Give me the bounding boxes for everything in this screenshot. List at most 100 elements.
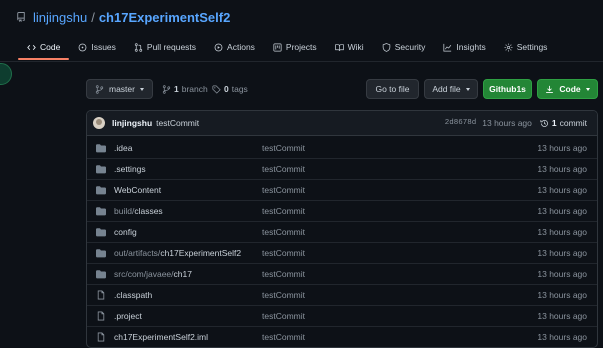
- file-row[interactable]: ch17ExperimentSelf2.iml testCommit 13 hour…: [87, 326, 597, 347]
- file-name-link[interactable]: WebContent: [114, 185, 262, 195]
- file-name-link[interactable]: .settings: [114, 164, 262, 174]
- file-name-link[interactable]: config: [114, 227, 262, 237]
- play-icon: [214, 43, 223, 51]
- repo-separator: /: [91, 9, 95, 25]
- file-name-link[interactable]: src/com/javaee/ch17: [114, 269, 262, 279]
- branch-icon: [162, 84, 171, 94]
- file-commit-message-link[interactable]: testCommit: [262, 206, 462, 216]
- chevron-down-icon: [139, 87, 144, 91]
- tab-settings[interactable]: Settings: [495, 36, 557, 58]
- file-name-link[interactable]: out/artifacts/ch17ExperimentSelf2: [114, 248, 262, 258]
- project-icon: [273, 42, 282, 52]
- file-name-link[interactable]: .idea: [114, 143, 262, 153]
- folder-icon: [96, 186, 106, 195]
- tab-issues[interactable]: Issues: [69, 36, 125, 58]
- tabs-divider: [0, 61, 603, 62]
- file-commit-message-link[interactable]: testCommit: [262, 269, 462, 279]
- file-name: .classpath: [114, 290, 153, 300]
- file-commit-message-link[interactable]: testCommit: [262, 185, 462, 195]
- file-name-link[interactable]: .classpath: [114, 290, 262, 300]
- repo-owner-link[interactable]: linjingshu: [33, 10, 87, 25]
- issue-icon: [78, 43, 87, 51]
- file-commit-message-link[interactable]: testCommit: [262, 227, 462, 237]
- folder-icon: [96, 165, 106, 174]
- side-avatar-edge[interactable]: [0, 63, 12, 85]
- go-to-file-label: Go to file: [375, 84, 410, 94]
- file-row[interactable]: build/classes testCommit 13 hours ago: [87, 200, 597, 221]
- file-row[interactable]: config testCommit 13 hours ago: [87, 221, 597, 242]
- file-row[interactable]: .project testCommit 13 hours ago: [87, 305, 597, 326]
- book-icon: [334, 43, 344, 51]
- file-name: classes: [134, 206, 163, 216]
- file-name: ch17ExperimentSelf2: [160, 248, 242, 258]
- tab-label: Wiki: [347, 42, 364, 52]
- tab-label: Code: [40, 42, 61, 52]
- tab-label: Settings: [516, 42, 548, 52]
- tab-actions[interactable]: Actions: [205, 36, 264, 58]
- pull-request-icon: [134, 42, 143, 52]
- repo-name-link[interactable]: ch17ExperimentSelf2: [99, 10, 231, 25]
- github1s-button[interactable]: Github1s: [483, 79, 532, 99]
- file-path-prefix: out/artifacts/: [114, 248, 161, 258]
- file-row[interactable]: .idea testCommit 13 hours ago: [87, 137, 597, 158]
- code-button[interactable]: Code: [537, 79, 598, 99]
- add-file-button[interactable]: Add file: [424, 79, 478, 99]
- file-commit-message-link[interactable]: testCommit: [262, 311, 462, 321]
- branch-icon: [95, 84, 104, 94]
- tab-pull-requests[interactable]: Pull requests: [125, 36, 205, 58]
- file-name-link[interactable]: .project: [114, 311, 262, 321]
- commit-message-link[interactable]: testCommit: [156, 118, 199, 128]
- tab-security[interactable]: Security: [373, 36, 435, 58]
- download-icon: [546, 85, 554, 93]
- shield-icon: [382, 42, 390, 52]
- chevron-down-icon: [465, 87, 470, 91]
- commit-author-link[interactable]: linjingshu: [112, 118, 152, 128]
- file-name-link[interactable]: ch17ExperimentSelf2.iml: [114, 332, 262, 342]
- commit-sha-link[interactable]: 2d8678d: [445, 119, 477, 127]
- tag-icon: [212, 84, 221, 94]
- file-commit-message-link[interactable]: testCommit: [262, 143, 462, 153]
- tag-count: 0: [224, 84, 229, 94]
- tab-code[interactable]: Code: [18, 36, 70, 60]
- file-row[interactable]: src/com/javaee/ch17 testCommit 13 hours ag…: [87, 263, 597, 284]
- file-icon: [97, 290, 105, 300]
- tab-wiki[interactable]: Wiki: [326, 36, 373, 58]
- file-commit-message-link[interactable]: testCommit: [262, 164, 462, 174]
- tab-label: Issues: [91, 42, 116, 52]
- chevron-down-icon: [585, 87, 590, 91]
- tab-label: Projects: [285, 42, 317, 52]
- tab-projects[interactable]: Projects: [264, 36, 326, 58]
- file-commit-message-link[interactable]: testCommit: [262, 332, 462, 342]
- github1s-label: Github1s: [489, 84, 526, 94]
- file-commit-message-link[interactable]: testCommit: [262, 290, 462, 300]
- commit-count-label: commit: [559, 118, 587, 128]
- tags-link[interactable]: 0 tags: [212, 82, 248, 96]
- tab-insights[interactable]: Insights: [434, 36, 494, 58]
- file-commit-time: 13 hours ago: [537, 248, 587, 258]
- file-name: .project: [114, 311, 142, 321]
- repo-icon: [17, 12, 25, 22]
- file-list: .idea testCommit 13 hours ago .settings test…: [87, 137, 597, 347]
- file-commit-time: 13 hours ago: [537, 290, 587, 300]
- commit-history-link[interactable]: 1 commit: [540, 118, 587, 128]
- file-row[interactable]: .classpath testCommit 13 hours ago: [87, 284, 597, 305]
- file-row[interactable]: .settings testCommit 13 hours ago: [87, 158, 597, 179]
- add-file-label: Add file: [432, 84, 461, 94]
- file-name: .settings: [114, 164, 146, 174]
- file-commit-message-link[interactable]: testCommit: [262, 248, 462, 258]
- folder-icon: [96, 249, 106, 258]
- code-label: Code: [559, 84, 581, 94]
- avatar[interactable]: [93, 117, 105, 129]
- branch-count: 1: [174, 84, 179, 94]
- file-icon: [97, 311, 105, 321]
- code-icon: [27, 44, 36, 50]
- folder-icon: [96, 207, 106, 216]
- file-name-link[interactable]: build/classes: [114, 206, 262, 216]
- branch-selector-button[interactable]: master: [86, 79, 153, 99]
- file-row[interactable]: out/artifacts/ch17ExperimentSelf2 testCom…: [87, 242, 597, 263]
- file-row[interactable]: WebContent testCommit 13 hours ago: [87, 179, 597, 200]
- graph-icon: [443, 43, 452, 52]
- file-name: WebContent: [114, 185, 162, 195]
- go-to-file-button[interactable]: Go to file: [366, 79, 419, 99]
- branches-link[interactable]: 1 branch: [162, 82, 208, 96]
